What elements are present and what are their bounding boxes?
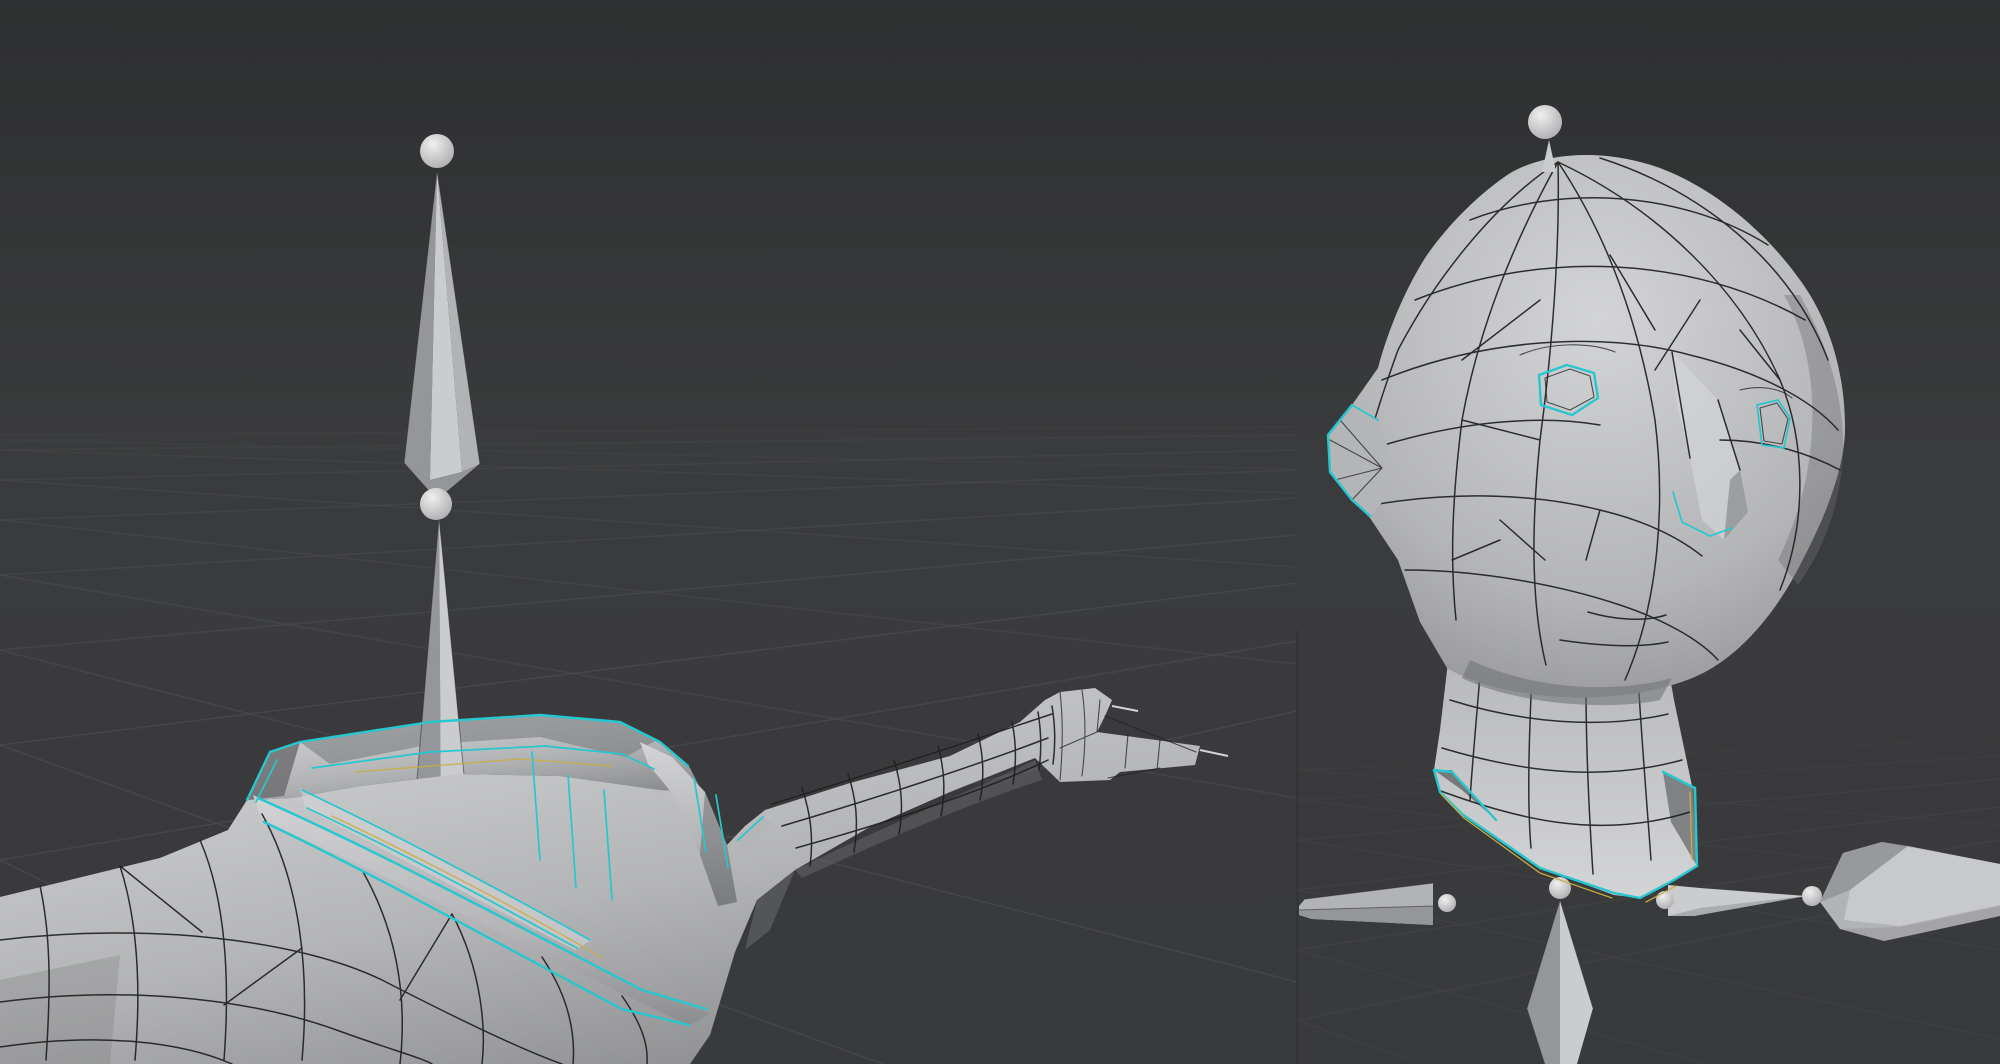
joint-sphere-mid[interactable] <box>420 488 452 520</box>
joint-sphere-head[interactable] <box>1528 105 1562 139</box>
joint-sphere-top[interactable] <box>420 134 454 168</box>
viewport-svg[interactable] <box>0 0 2000 1064</box>
joint-sphere-shoulder-left[interactable] <box>1656 891 1674 909</box>
viewport-canvas[interactable] <box>0 0 2000 1064</box>
joint-sphere-clavicle-left[interactable] <box>1438 894 1456 912</box>
joint-sphere-shoulder-right[interactable] <box>1802 886 1822 906</box>
